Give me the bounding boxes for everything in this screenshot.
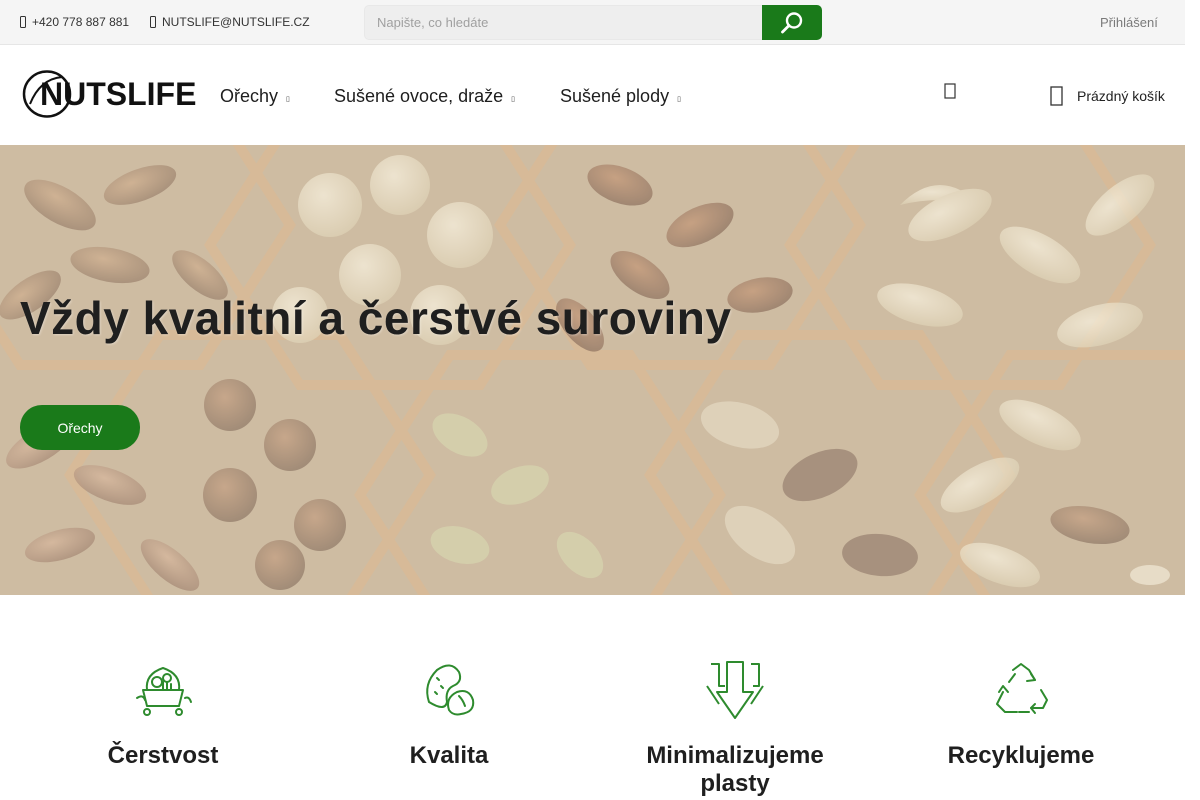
hero-orechy-button[interactable]: Ořechy: [20, 405, 140, 450]
nav-item-susene-ovoce[interactable]: Sušené ovoce, draže ▯: [334, 86, 515, 107]
nav-item-susene-plody[interactable]: Sušené plody ▯: [560, 86, 681, 107]
cart-icon: [1050, 86, 1063, 106]
fresh-basket-icon: [136, 667, 192, 716]
hero-banner: Vždy kvalitní a čerstvé suroviny Ořechy: [0, 145, 1185, 595]
svg-text:NUTSLIFE: NUTSLIFE: [40, 76, 196, 112]
email-contact[interactable]: NUTSLIFE@NUTSLIFE.CZ: [150, 15, 310, 29]
recycle-icon: [996, 663, 1048, 714]
feature-title: Minimalizujeme plasty: [646, 742, 824, 797]
search-input[interactable]: [364, 5, 762, 40]
hero-nuts-image: [0, 145, 1185, 595]
chevron-down-icon: ▯: [677, 95, 681, 103]
search-icon: [781, 11, 803, 33]
feature-quality: Kvalita: [349, 660, 549, 770]
nav-label: Ořechy: [220, 86, 279, 106]
email-icon: [150, 16, 156, 28]
chevron-down-icon: ▯: [286, 95, 290, 103]
login-link[interactable]: Přihlášení: [1100, 15, 1158, 30]
nav-label: Sušené ovoce, draže: [334, 86, 504, 106]
search-button[interactable]: [762, 5, 822, 40]
phone-contact[interactable]: +420 778 887 881: [20, 15, 129, 29]
nav-item-orechy[interactable]: Ořechy ▯: [220, 86, 290, 107]
main-header: NUTSLIFE Ořechy ▯ Sušené ovoce, draže ▯ …: [0, 45, 1185, 145]
search-bar: [364, 5, 822, 40]
cart-label: Prázdný košík: [1077, 88, 1165, 104]
phone-icon: [20, 16, 26, 28]
nutslife-logo[interactable]: NUTSLIFE: [22, 69, 218, 119]
hero-title: Vždy kvalitní a čerstvé suroviny: [20, 292, 732, 344]
nav-label: Sušené plody: [560, 86, 670, 106]
feature-recycling: Recyklujeme: [921, 660, 1121, 770]
chevron-down-icon: ▯: [511, 95, 515, 103]
user-icon[interactable]: [944, 83, 956, 99]
nuts-quality-icon: [426, 664, 475, 716]
feature-minimize-plastics: Minimalizujeme plasty: [635, 660, 835, 798]
feature-title: Recyklujeme: [947, 742, 1095, 769]
arrows-down-icon: [706, 661, 764, 719]
cart-button[interactable]: Prázdný košík: [1050, 86, 1165, 106]
top-bar: +420 778 887 881 NUTSLIFE@NUTSLIFE.CZ Př…: [0, 0, 1185, 45]
feature-freshness: Čerstvost: [63, 660, 263, 770]
feature-title: Kvalita: [409, 742, 489, 769]
feature-title: Čerstvost: [107, 742, 219, 769]
phone-number: +420 778 887 881: [32, 15, 130, 29]
email-address: NUTSLIFE@NUTSLIFE.CZ: [162, 15, 310, 29]
